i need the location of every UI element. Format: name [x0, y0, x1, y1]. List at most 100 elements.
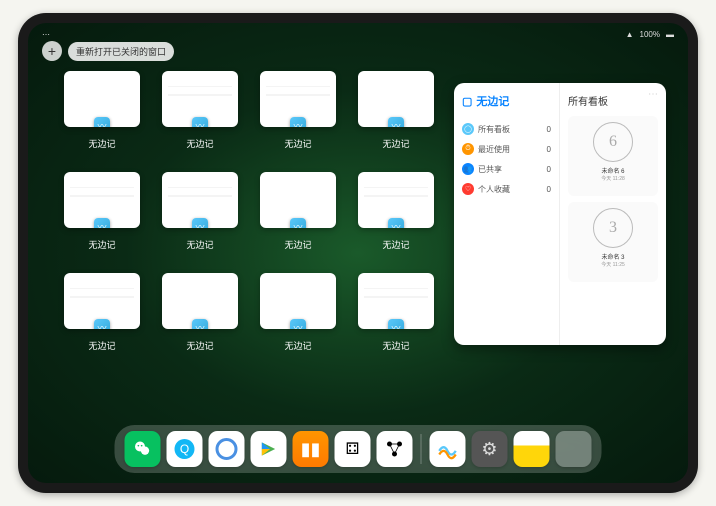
board-subtitle: 今天 11:28 — [601, 175, 625, 182]
add-button[interactable]: + — [42, 41, 62, 61]
ipad-frame: ⋯ ▲ 100% ▬ + 重新打开已关闭的窗口 〰无边记〰无边记〰无边记〰无边记… — [18, 13, 698, 493]
freeform-icon: 〰 — [94, 218, 110, 228]
sidebar-item-count: 0 — [547, 145, 551, 154]
window-thumbnail[interactable]: 〰无边记 — [358, 273, 434, 352]
battery-icon: ▬ — [666, 30, 674, 39]
status-bar: ⋯ ▲ 100% ▬ — [36, 27, 680, 41]
window-thumbnail[interactable]: 〰无边记 — [358, 172, 434, 251]
sidebar-item[interactable]: ⏱ 最近使用 0 — [462, 139, 551, 159]
sidebar-item[interactable]: ♡ 个人收藏 0 — [462, 179, 551, 199]
window-preview: 〰 — [64, 71, 140, 127]
battery-percent: 100% — [640, 30, 660, 39]
dock-app-nodes[interactable] — [377, 431, 413, 467]
app-preview-panel: ⋯ ▢ 无边记 ◯ 所有看板 0 ⏱ 最近使用 0 👥 已共享 0 ♡ 个人收藏 0 所有看板 6 未命… — [454, 83, 666, 345]
window-preview: 〰 — [260, 273, 336, 329]
preview-sidebar: ▢ 无边记 ◯ 所有看板 0 ⏱ 最近使用 0 👥 已共享 0 ♡ 个人收藏 0 — [454, 83, 560, 345]
freeform-icon: 〰 — [192, 218, 208, 228]
sidebar-item[interactable]: ◯ 所有看板 0 — [462, 119, 551, 139]
freeform-icon: 〰 — [290, 117, 306, 127]
board-thumbnail: 3 — [593, 208, 633, 248]
sidebar-item-count: 0 — [547, 125, 551, 134]
sidebar-toggle-icon[interactable]: ▢ — [462, 95, 472, 108]
window-thumbnail[interactable]: 〰无边记 — [64, 172, 140, 251]
window-thumbnail[interactable]: 〰无边记 — [260, 71, 336, 150]
sidebar-item-label: 个人收藏 — [478, 184, 510, 195]
window-label: 无边记 — [88, 137, 115, 150]
window-label: 无边记 — [284, 339, 311, 352]
window-preview: 〰 — [358, 273, 434, 329]
board-title: 未命名 6 — [601, 166, 624, 175]
sidebar-item-icon: 👥 — [462, 163, 474, 175]
board-card[interactable]: 3 未命名 3今天 11:25 — [568, 202, 658, 282]
window-preview: 〰 — [260, 71, 336, 127]
preview-content: 所有看板 6 未命名 6今天 11:28 3 未命名 3今天 11:25 — [560, 83, 666, 345]
window-preview: 〰 — [162, 273, 238, 329]
window-label: 无边记 — [186, 339, 213, 352]
freeform-icon: 〰 — [192, 117, 208, 127]
freeform-icon: 〰 — [94, 319, 110, 329]
window-thumbnail[interactable]: 〰无边记 — [260, 172, 336, 251]
sidebar-item-icon: ◯ — [462, 123, 474, 135]
dock-app-settings[interactable]: ⚙ — [472, 431, 508, 467]
window-label: 无边记 — [88, 339, 115, 352]
window-thumbnail[interactable]: 〰无边记 — [358, 71, 434, 150]
screen: ⋯ ▲ 100% ▬ + 重新打开已关闭的窗口 〰无边记〰无边记〰无边记〰无边记… — [28, 23, 688, 483]
dock-app-notes[interactable] — [514, 431, 550, 467]
board-title: 未命名 3 — [601, 252, 624, 261]
window-preview: 〰 — [64, 172, 140, 228]
window-label: 无边记 — [382, 137, 409, 150]
window-label: 无边记 — [88, 238, 115, 251]
window-preview: 〰 — [162, 172, 238, 228]
window-preview: 〰 — [162, 71, 238, 127]
sidebar-item-icon: ⏱ — [462, 143, 474, 155]
dock-app-play[interactable] — [251, 431, 287, 467]
freeform-icon: 〰 — [192, 319, 208, 329]
reopen-closed-window-button[interactable]: 重新打开已关闭的窗口 — [68, 42, 174, 61]
window-thumbnail[interactable]: 〰无边记 — [64, 71, 140, 150]
dock-app-qq[interactable]: Q — [167, 431, 203, 467]
dock-app-library[interactable] — [556, 431, 592, 467]
status-time: ⋯ — [42, 30, 50, 39]
freeform-icon: 〰 — [94, 117, 110, 127]
freeform-icon: 〰 — [388, 218, 404, 228]
preview-title: ▢ 无边记 — [462, 93, 551, 109]
window-preview: 〰 — [260, 172, 336, 228]
freeform-icon: 〰 — [388, 319, 404, 329]
preview-right-title: 所有看板 — [568, 93, 658, 108]
window-thumbnail[interactable]: 〰无边记 — [162, 71, 238, 150]
freeform-icon: 〰 — [290, 218, 306, 228]
window-thumbnail[interactable]: 〰无边记 — [64, 273, 140, 352]
app-switcher-grid: 〰无边记〰无边记〰无边记〰无边记〰无边记〰无边记〰无边记〰无边记〰无边记〰无边记… — [64, 71, 434, 352]
sidebar-item-icon: ♡ — [462, 183, 474, 195]
window-thumbnail[interactable]: 〰无边记 — [162, 172, 238, 251]
window-preview: 〰 — [358, 71, 434, 127]
board-card[interactable]: 6 未命名 6今天 11:28 — [568, 116, 658, 196]
sidebar-item-count: 0 — [547, 165, 551, 174]
window-thumbnail[interactable]: 〰无边记 — [260, 273, 336, 352]
freeform-icon: 〰 — [388, 117, 404, 127]
sidebar-item-label: 所有看板 — [478, 124, 510, 135]
window-label: 无边记 — [284, 137, 311, 150]
window-label: 无边记 — [382, 238, 409, 251]
dock-divider — [421, 434, 422, 464]
window-preview: 〰 — [358, 172, 434, 228]
window-label: 无边记 — [382, 339, 409, 352]
dock-app-dice[interactable]: ⚃ — [335, 431, 371, 467]
sidebar-item[interactable]: 👥 已共享 0 — [462, 159, 551, 179]
dock-app-books[interactable]: ▮▮ — [293, 431, 329, 467]
board-subtitle: 今天 11:25 — [601, 261, 625, 268]
board-thumbnail: 6 — [593, 122, 633, 162]
window-thumbnail[interactable]: 〰无边记 — [162, 273, 238, 352]
sidebar-item-label: 已共享 — [478, 164, 502, 175]
window-label: 无边记 — [186, 137, 213, 150]
dock-app-freeform[interactable] — [430, 431, 466, 467]
sidebar-item-count: 0 — [547, 185, 551, 194]
dock: Q ▮▮ ⚃ ⚙ — [115, 425, 602, 473]
window-label: 无边记 — [186, 238, 213, 251]
window-preview: 〰 — [64, 273, 140, 329]
more-icon[interactable]: ⋯ — [648, 89, 658, 100]
dock-app-quark[interactable] — [209, 431, 245, 467]
wifi-icon: ▲ — [626, 30, 634, 39]
sidebar-item-label: 最近使用 — [478, 144, 510, 155]
dock-app-wechat[interactable] — [125, 431, 161, 467]
